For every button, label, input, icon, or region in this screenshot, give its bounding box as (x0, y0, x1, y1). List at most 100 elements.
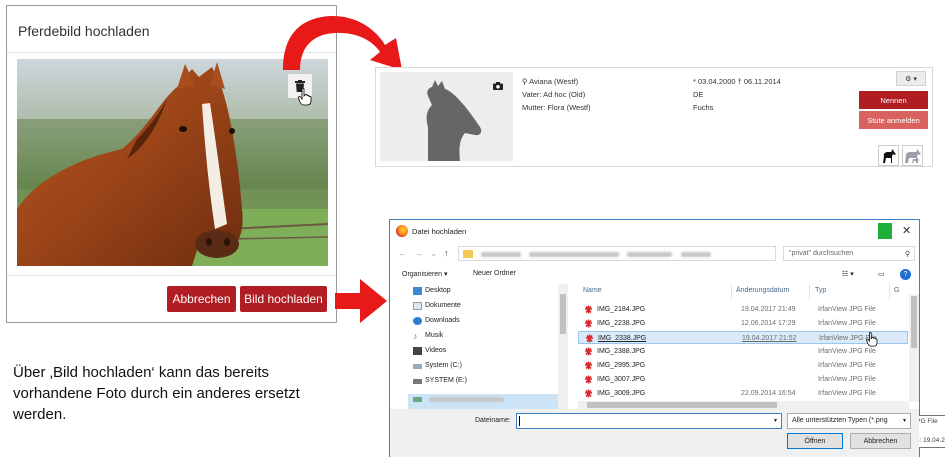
file-row[interactable]: IMG_2238.JPG 12.06.2014 17:29 IrfanView … (578, 317, 908, 330)
drive-icon (413, 364, 422, 369)
address-bar[interactable] (458, 246, 776, 261)
file-list-hscrollbar-thumb[interactable] (587, 402, 777, 408)
search-input[interactable]: "privat" durchsuchen ⚲ (783, 246, 915, 261)
download-icon (413, 317, 422, 325)
drive-icon (413, 379, 422, 384)
file-list-vscrollbar-thumb[interactable] (911, 296, 917, 348)
tree-label: Desktop (425, 287, 451, 294)
dialog-titlebar: Datei hochladen ✕ (390, 220, 919, 242)
stute-anmelden-button[interactable]: Stute anmelden (859, 111, 928, 129)
file-upload-dialog: Datei hochladen ✕ ← → ⌄ ↑ "privat" durch… (389, 219, 945, 457)
file-name: IMG_2338.JPG (598, 335, 647, 342)
file-date: 12.06.2014 17:29 (741, 320, 796, 327)
toolbar: Organisieren ▾ Neuer Ordner ☷ ▾ ▭ ? (390, 266, 919, 284)
file-type: IrfanView JPG File (818, 362, 876, 369)
horse-name: Aviana (Westf) (529, 77, 579, 86)
open-button[interactable]: Öffnen (787, 433, 843, 449)
tree-item-network-drive[interactable] (413, 392, 504, 406)
organize-menu[interactable]: Organisieren ▾ (402, 270, 448, 278)
file-name: IMG_2238.JPG (597, 320, 646, 327)
mare-foal-icon-button[interactable] (902, 145, 923, 166)
tree-item-music[interactable]: ♪ Musik (413, 329, 443, 343)
close-icon[interactable]: ✕ (902, 224, 911, 237)
irfanview-file-icon (584, 389, 593, 398)
filetype-select[interactable]: Alle unterstützten Typen (*.png ▾ (787, 413, 911, 429)
file-row[interactable]: IMG_2388.JPG IrfanView JPG File (578, 345, 908, 358)
file-row[interactable]: IMG_3009.JPG 22.09.2014 16:54 IrfanView … (578, 387, 908, 400)
dialog-cancel-button[interactable]: Abbrechen (850, 433, 911, 449)
horse-icon-button[interactable] (878, 145, 899, 166)
column-type[interactable]: Typ (815, 287, 826, 294)
life-dates: * 03.04.2000 † 06.11.2014 (693, 77, 781, 86)
horse-profile-card: ⚲ Aviana (Westf) Vater: Ad hoc (Old) Mut… (375, 67, 933, 167)
dialog-title: Datei hochladen (412, 227, 467, 236)
search-placeholder: "privat" durchsuchen (789, 250, 854, 257)
dam-text: Mutter: Flora (Westf) (522, 103, 591, 112)
forward-arrow-icon[interactable]: → (414, 248, 423, 258)
tree-item-documents[interactable]: Dokumente (413, 299, 461, 313)
organize-label: Organisieren (402, 271, 443, 278)
tree-label: Videos (425, 347, 447, 354)
up-arrow-icon[interactable]: ↑ (444, 248, 449, 258)
irfanview-file-icon (584, 361, 593, 370)
tree-item-desktop[interactable]: Desktop (413, 284, 451, 298)
file-name: IMG_2388.JPG (597, 348, 646, 355)
navigation-pane: Desktop Dokumente Downloads ♪ Musik Video… (390, 284, 573, 409)
filetype-value: Alle unterstützten Typen (*.png (792, 417, 888, 424)
firefox-icon (396, 225, 408, 237)
file-name: IMG_3009.JPG (597, 390, 646, 397)
file-row[interactable]: IMG_2184.JPG 19.04.2017 21:49 IrfanView … (578, 303, 908, 316)
file-date: 19.04.2017 21:49 (741, 306, 796, 313)
column-name[interactable]: Name (583, 287, 602, 294)
tree-item-videos[interactable]: Videos (413, 344, 446, 358)
hand-cursor-icon (866, 332, 878, 347)
irfanview-file-icon (585, 334, 594, 343)
new-folder-button[interactable]: Neuer Ordner (473, 270, 516, 277)
address-row: ← → ⌄ ↑ "privat" durchsuchen ⚲ (390, 242, 919, 264)
caret-down-icon: ▾ (913, 75, 917, 83)
video-icon (413, 347, 422, 355)
back-arrow-icon[interactable]: ← (398, 248, 407, 258)
tree-item-system-e[interactable]: SYSTEM (E:) (413, 374, 467, 388)
horse-dates: * 03.04.2000 † 06.11.2014 DE Fuchs (693, 75, 781, 114)
irfanview-file-icon (584, 347, 593, 356)
tree-label: Dokumente (425, 302, 461, 309)
column-date[interactable]: Änderungsdatum (736, 287, 789, 294)
blurred-path (627, 252, 672, 257)
file-name: IMG_3007.JPG (597, 376, 646, 383)
file-type: IrfanView JPG File (818, 306, 876, 313)
folder-icon (463, 250, 473, 258)
file-row[interactable]: IMG_2995.JPG IrfanView JPG File (578, 359, 908, 372)
file-date: 19.04.2017 21:52 (742, 335, 797, 342)
settings-dropdown-button[interactable]: ⚙ ▾ (896, 71, 926, 86)
dialog-footer: Dateiname: ▾ Alle unterstützten Typen (*… (390, 409, 919, 457)
tree-item-downloads[interactable]: Downloads (413, 314, 460, 328)
blurred-path (529, 252, 619, 257)
help-icon[interactable]: ? (900, 269, 911, 280)
country-text: DE (693, 90, 704, 99)
green-tray-icon (878, 223, 892, 239)
blurred-path (481, 252, 521, 257)
nav-scrollbar-thumb[interactable] (560, 294, 566, 334)
tree-item-system-c[interactable]: System (C:) (413, 359, 462, 373)
column-more[interactable]: G (894, 287, 899, 294)
irfanview-file-icon (584, 319, 593, 328)
file-row-selected[interactable]: IMG_2338.JPG 19.04.2017 21:52 IrfanView … (578, 331, 908, 344)
camera-icon[interactable] (493, 82, 503, 92)
text-caret (519, 416, 520, 426)
file-type: IrfanView JPG File (818, 390, 876, 397)
nennen-button[interactable]: Nennen (859, 91, 928, 109)
sire-text: Vater: Ad hoc (Old) (522, 90, 586, 99)
filename-label: Dateiname: (475, 417, 511, 424)
file-type: IrfanView JPG File (818, 376, 876, 383)
chevron-down-icon[interactable]: ▾ (774, 417, 777, 424)
file-row[interactable]: IMG_3007.JPG IrfanView JPG File (578, 373, 908, 386)
music-icon: ♪ (413, 331, 418, 341)
view-options-icon[interactable]: ☷ ▾ (842, 270, 854, 278)
history-chevron-icon[interactable]: ⌄ (430, 248, 438, 259)
filename-input[interactable]: ▾ (516, 413, 782, 429)
blurred-label (429, 397, 504, 402)
preview-pane-icon[interactable]: ▭ (878, 270, 885, 278)
right-arrow-icon (335, 279, 387, 323)
coat-color-text: Fuchs (693, 103, 714, 112)
